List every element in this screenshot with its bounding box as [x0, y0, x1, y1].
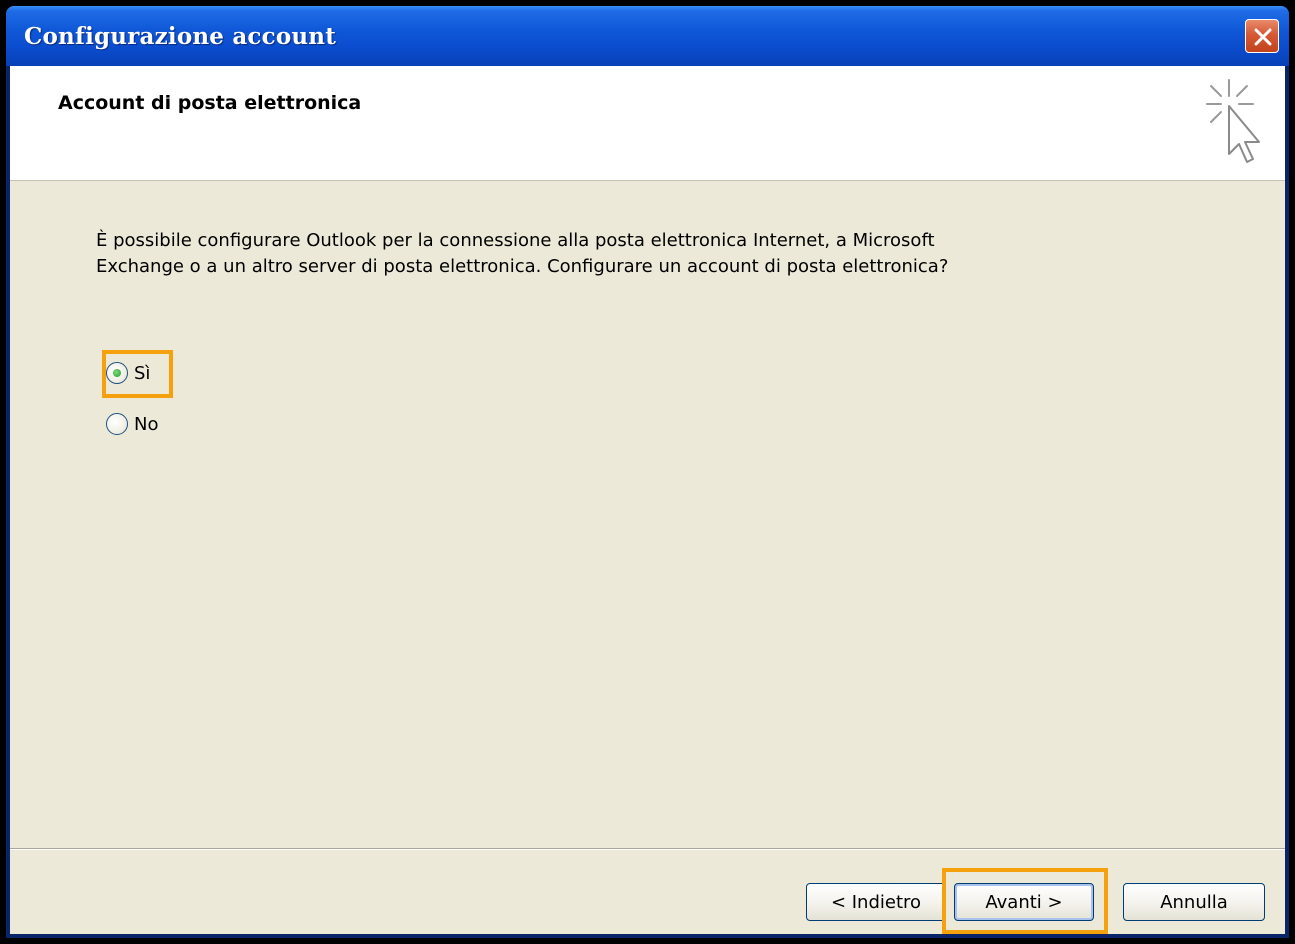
footer-separator [10, 848, 1285, 850]
cursor-sparkle-icon [1206, 79, 1260, 163]
back-button[interactable]: < Indietro [806, 883, 946, 921]
page-title: Account di posta elettronica [58, 92, 362, 114]
option-no[interactable]: No [106, 406, 158, 442]
radio-no[interactable] [106, 413, 128, 435]
description-text: È possibile configurare Outlook per la c… [96, 230, 949, 277]
dialog-body: Account di posta elettronica È possibile… [10, 66, 1285, 934]
cancel-button[interactable]: Annulla [1123, 883, 1265, 921]
highlight-next [942, 868, 1108, 934]
window-title: Configurazione account [24, 23, 337, 50]
wizard-header: Account di posta elettronica [10, 66, 1285, 181]
close-icon [1254, 28, 1272, 46]
close-button[interactable] [1245, 19, 1279, 53]
option-no-label[interactable]: No [134, 414, 158, 435]
title-bar[interactable]: Configurazione account [6, 6, 1289, 66]
highlight-si [102, 350, 173, 398]
account-setup-window: Configurazione account Account di posta … [6, 6, 1289, 938]
